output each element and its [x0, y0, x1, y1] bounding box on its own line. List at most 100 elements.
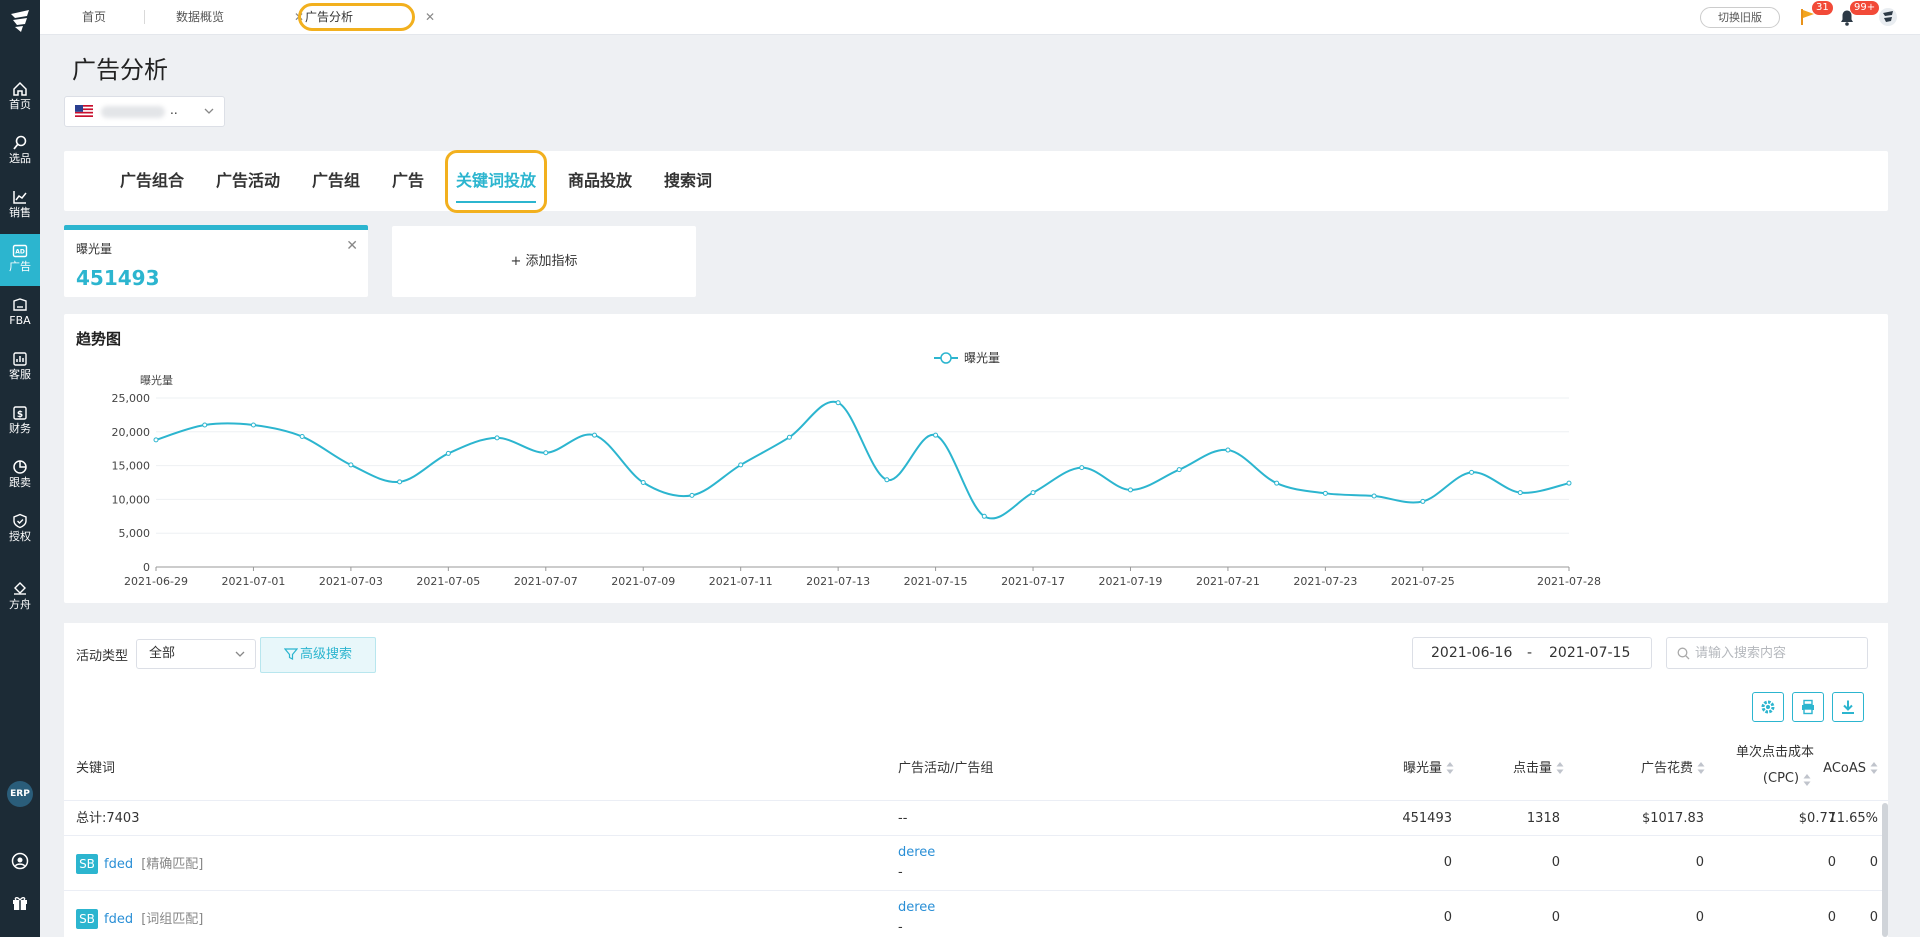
nav-item-sales[interactable]: 销售 [0, 180, 40, 232]
table-scrollbar[interactable] [1882, 803, 1888, 937]
tab-keyword-targeting[interactable]: 关键词投放 [445, 150, 548, 213]
tab-data-overview[interactable]: 数据概览 ✕ [166, 0, 310, 34]
printer-icon [1802, 699, 1814, 715]
campaign-type-select[interactable]: 全部 [136, 639, 256, 669]
x-tick-label: 2021-07-28 [1537, 575, 1601, 588]
campaign-link[interactable]: deree [898, 898, 935, 918]
trend-line-chart: 25,000 20,000 15,000 10,000 5,000 0 曝光量 2021-06… [112, 351, 1601, 588]
nav-item-service[interactable]: 客服 [0, 342, 40, 394]
series-line [155, 400, 1570, 520]
date-to[interactable]: 2021-07-15 [1549, 638, 1630, 668]
data-point [738, 462, 744, 468]
shop-name-suffix: .. [170, 103, 178, 117]
y-tick-label: 0 [143, 561, 150, 574]
impressions-cell: 0 [1443, 855, 1452, 870]
x-tick-label: 2021-07-09 [611, 575, 675, 588]
data-point [835, 400, 841, 406]
nav-item-label: 方舟 [9, 598, 31, 611]
add-metric-button[interactable]: + 添加指标 [392, 226, 696, 297]
nav-item-finance[interactable]: $ 财务 [0, 396, 40, 448]
data-point [250, 422, 256, 428]
x-tick-label: 2021-07-03 [319, 575, 383, 588]
nav-item-ads[interactable]: AD 广告 [0, 234, 40, 286]
logo-icon [11, 10, 29, 32]
ad-group: - [898, 865, 903, 880]
tab-ad-analysis[interactable]: 广告分析 ✕ [293, 0, 441, 34]
column-spend[interactable]: 广告花费 [1544, 737, 1705, 801]
tab-portfolios[interactable]: 广告组合 [120, 151, 184, 211]
ad-type-tabs: 广告组合 广告活动 广告组 广告 关键词投放 商品投放 搜索词 [64, 150, 1888, 213]
trend-chart-panel: 趋势图 25,000 20,000 15,000 10,000 5,000 0 曝光量 202… [64, 314, 1888, 603]
table-row[interactable]: SB fded [词组匹配] deree - 0 0 0 0 0 [64, 892, 1888, 937]
ad-type-badge: SB [76, 854, 98, 874]
metric-card-impressions[interactable]: 曝光量 451493 ✕ [64, 225, 368, 297]
keyword-link[interactable]: fded [104, 912, 133, 927]
download-button[interactable] [1832, 692, 1864, 722]
clicks-cell: 0 [1551, 855, 1560, 870]
advanced-search-button[interactable]: 高级搜索 [260, 637, 376, 673]
sort-icon[interactable] [1870, 761, 1878, 775]
tab-label: 数据概览 [176, 10, 225, 24]
tab-ad-groups[interactable]: 广告组 [312, 151, 360, 211]
close-icon[interactable]: ✕ [425, 0, 435, 34]
nav-item-follow[interactable]: 跟卖 [0, 450, 40, 502]
print-button[interactable] [1792, 692, 1824, 722]
column-settings-button[interactable] [1752, 692, 1784, 722]
data-point [981, 513, 987, 519]
gift-icon[interactable] [11, 894, 29, 912]
tab-home[interactable]: 首页 [72, 0, 132, 34]
total-campaign: -- [898, 811, 908, 826]
data-point [786, 434, 792, 440]
total-clicks: 1318 [1526, 811, 1560, 826]
x-tick-label: 2021-07-21 [1196, 575, 1260, 588]
date-range-picker[interactable]: 2021-06-16 - 2021-07-15 [1412, 637, 1652, 669]
user-circle-icon[interactable] [11, 852, 29, 870]
nav-item-fba[interactable]: FBA [0, 288, 40, 340]
campaign-type-label: 活动类型 [76, 649, 129, 664]
tab-search-terms[interactable]: 搜索词 [664, 151, 712, 211]
data-point [397, 479, 403, 485]
switch-old-version-button[interactable]: 切换旧版 [1700, 7, 1780, 28]
keyword-link[interactable]: fded [104, 857, 133, 872]
keyword-table-panel: 活动类型 全部 高级搜索 2021-06-16 - 2021-07-15 关键词… [64, 623, 1888, 937]
page-title: 广告分析 [72, 56, 168, 84]
tab-divider [144, 10, 145, 24]
erp-badge[interactable]: ERP [7, 781, 33, 807]
search-input[interactable] [1695, 644, 1863, 662]
tab-label: 首页 [82, 10, 107, 24]
acoas-cell: 0 [1869, 910, 1878, 925]
y-tick-label: 20,000 [112, 426, 151, 439]
tab-product-targeting[interactable]: 商品投放 [568, 151, 632, 211]
nav-item-label: 广告 [9, 260, 31, 273]
svg-text:AD: AD [15, 249, 25, 256]
search-icon [1677, 647, 1690, 660]
campaign-link[interactable]: deree [898, 843, 935, 863]
nav-item-ark[interactable]: 方舟 [0, 572, 40, 624]
legend-label: 曝光量 [964, 351, 1000, 365]
data-point [640, 480, 646, 485]
clicks-cell: 0 [1551, 910, 1560, 925]
avatar[interactable] [1878, 7, 1898, 27]
date-from[interactable]: 2021-06-16 [1431, 638, 1512, 668]
data-point [1322, 490, 1328, 496]
total-spend: $1017.83 [1641, 811, 1704, 826]
pie-chart-icon [13, 460, 27, 474]
close-icon[interactable]: ✕ [346, 238, 358, 254]
nav-item-selection[interactable]: 选品 [0, 126, 40, 178]
data-point [1030, 490, 1036, 496]
left-nav: 首页 选品 销售 AD 广告 FBA 客服 $ 财务 跟卖 授权 方舟 ERP [0, 0, 40, 937]
sort-icon[interactable] [1697, 761, 1705, 775]
search-field[interactable] [1666, 637, 1868, 669]
column-label: 广告花费 [1640, 761, 1693, 776]
tab-campaigns[interactable]: 广告活动 [216, 151, 280, 211]
spend-cell: 0 [1695, 855, 1704, 870]
tab-ads[interactable]: 广告 [392, 151, 424, 211]
column-acoas[interactable]: ACoAS [1794, 737, 1878, 801]
nav-item-auth[interactable]: 授权 [0, 504, 40, 556]
shop-select[interactable]: .. [64, 96, 225, 127]
table-row[interactable]: SB fded [精确匹配] deree - 0 0 0 0 0 [64, 837, 1888, 891]
spend-cell: 0 [1695, 910, 1704, 925]
nav-item-home[interactable]: 首页 [0, 72, 40, 124]
y-axis-label: 曝光量 [140, 373, 173, 387]
ad-icon: AD [12, 244, 28, 258]
